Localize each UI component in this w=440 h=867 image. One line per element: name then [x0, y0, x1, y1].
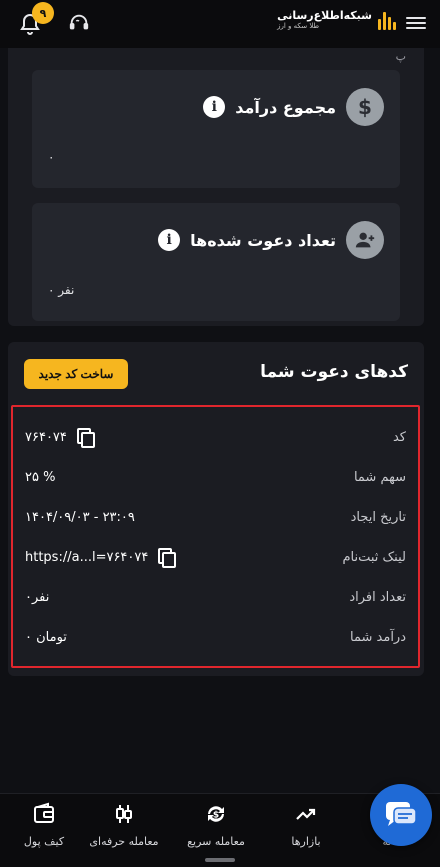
logo-subtitle: طلا سکه و ارز: [277, 22, 320, 30]
nav-markets-label: بازارها: [291, 835, 321, 848]
invite-codes-title: کدهای دعوت شما: [260, 362, 408, 382]
support-headset-icon[interactable]: [68, 12, 90, 34]
your-income-label: درآمد شما: [350, 629, 406, 645]
created-date-label: تاریخ ایجاد: [350, 509, 406, 525]
menu-icon[interactable]: [406, 14, 426, 32]
info-icon[interactable]: i: [158, 229, 181, 251]
invite-codes-panel: کدهای دعوت شما ساخت کد جدید ۷۶۴۰۷۴ کد ۲۵…: [8, 342, 424, 676]
your-income-row: ۰ تومان درآمد شما: [25, 626, 406, 648]
your-income-value: ۰ تومان: [25, 629, 67, 645]
share-value: ۲۵ %: [25, 469, 56, 485]
created-date-value: ۱۴۰۴/۰۹/۰۳ - ۲۳:۰۹: [25, 509, 135, 525]
notification-badge: ۹: [32, 2, 54, 24]
chat-support-button[interactable]: [370, 784, 432, 846]
nav-pro-trade[interactable]: معامله حرفه‌ای: [80, 802, 168, 848]
signup-link-label: لینک ثبت‌نام: [342, 549, 406, 565]
svg-text:$: $: [213, 811, 219, 821]
nav-wallet[interactable]: کیف پول: [0, 802, 88, 848]
invite-code-details: ۷۶۴۰۷۴ کد ۲۵ % سهم شما ۱۴۰۴/۰۹/۰۳ - ۲۳:۰…: [11, 405, 420, 668]
total-income-value: ۰: [48, 150, 55, 164]
chat-icon: [386, 802, 417, 826]
logo-bars-icon: [378, 10, 396, 30]
created-date-row: ۱۴۰۴/۰۹/۰۳ - ۲۳:۰۹ تاریخ ایجاد: [25, 506, 406, 528]
home-indicator: [205, 858, 235, 862]
share-row: ۲۵ % سهم شما: [25, 466, 406, 488]
code-row: ۷۶۴۰۷۴ کد: [25, 426, 406, 448]
panel-heading-fragment: پ: [395, 50, 406, 63]
people-count-row: ۰نفر تعداد افراد: [25, 586, 406, 608]
invited-count-card: تعداد دعوت شده‌ها i نفر ۰: [32, 203, 400, 321]
people-count-label: تعداد افراد: [349, 589, 406, 605]
nav-wallet-label: کیف پول: [23, 835, 65, 848]
copy-icon[interactable]: [75, 428, 95, 448]
logo-title: شبکه‌اطلاع‌رسانی: [277, 9, 372, 22]
share-label: سهم شما: [353, 469, 406, 485]
invited-count-title: تعداد دعوت شده‌ها: [190, 230, 336, 250]
referral-stats-panel: پ $ مجموع درآمد i ۰ تعداد دعوت شده‌ها i …: [8, 48, 424, 326]
nav-pro-trade-label: معامله حرفه‌ای: [89, 835, 159, 848]
trend-icon: [296, 808, 316, 820]
total-income-card: $ مجموع درآمد i ۰: [32, 70, 400, 188]
signup-link-row: https://a...l=۷۶۴۰۷۴ لینک ثبت‌نام: [25, 546, 406, 568]
nav-markets[interactable]: بازارها: [262, 802, 350, 848]
app-logo[interactable]: شبکه‌اطلاع‌رسانی طلا سکه و ارز: [277, 10, 396, 30]
total-income-title: مجموع درآمد: [235, 97, 336, 117]
dollar-swap-icon: $: [208, 806, 224, 822]
nav-quick-trade-label: معامله سریع: [187, 835, 245, 848]
people-count-value: ۰نفر: [25, 589, 50, 605]
top-app-bar: شبکه‌اطلاع‌رسانی طلا سکه و ارز ۹: [0, 0, 440, 48]
create-new-code-button[interactable]: ساخت کد جدید: [24, 359, 128, 389]
code-label: کد: [392, 429, 406, 445]
invited-count-value: نفر ۰: [48, 283, 75, 297]
nav-quick-trade[interactable]: $ معامله سریع: [172, 802, 260, 848]
wallet-icon: [34, 802, 54, 823]
copy-icon[interactable]: [156, 548, 177, 568]
dollar-icon: $: [346, 88, 384, 126]
code-value: ۷۶۴۰۷۴: [25, 429, 67, 445]
info-icon[interactable]: i: [203, 96, 226, 118]
candlestick-icon: [116, 805, 132, 823]
signup-link-value: https://a...l=۷۶۴۰۷۴: [25, 549, 149, 565]
add-user-icon: [346, 221, 384, 259]
